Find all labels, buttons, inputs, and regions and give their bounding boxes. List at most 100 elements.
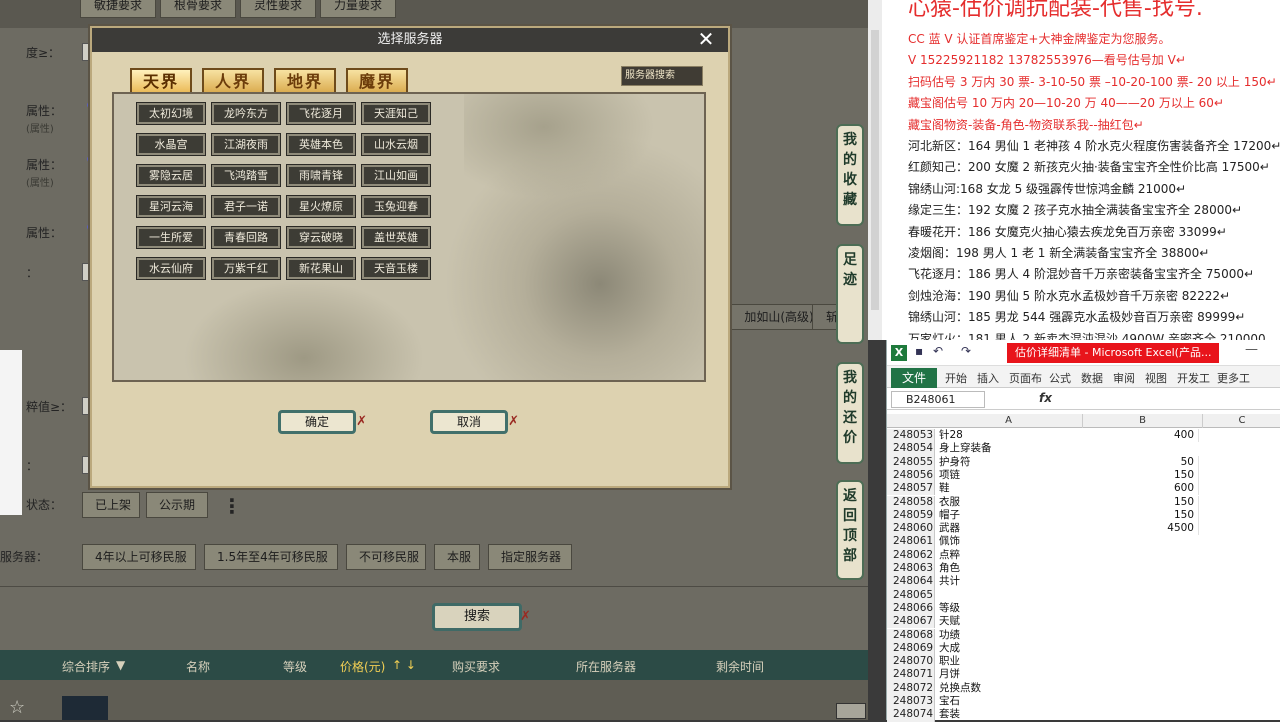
sheet-row[interactable]: 248059 帽子 150 [887,508,1280,523]
cell-a[interactable]: 套装 [939,708,1079,721]
no-migrate-button[interactable]: 不可移民服 [346,544,426,570]
cell-b[interactable]: 150 [1083,508,1199,522]
cell-a[interactable]: 大成 [939,642,1079,655]
row-number[interactable]: 248062 [887,548,935,562]
listed-button[interactable]: 已上架 [82,492,140,518]
cell-a[interactable]: 共计 [939,575,1079,588]
migrate-4y-button[interactable]: 4年以上可移民服 [82,544,196,570]
cell-a[interactable]: 身上穿装备 [939,442,1079,455]
cell-a[interactable]: 衣服 [939,496,1079,509]
cell-a[interactable]: 宝石 [939,695,1079,708]
sheet-row[interactable]: 248070 职业 [887,655,1280,669]
server-search-input[interactable]: 服务器搜索 [621,66,703,86]
sheet-row[interactable]: 248072 兑换点数 [887,681,1280,695]
col-sort-overall[interactable]: 综合排序 [62,658,110,675]
star-icon[interactable]: ☆ [9,697,25,718]
my-counteroffer-tab[interactable]: 我的还价 [836,362,864,464]
cell-a[interactable]: 天赋 [939,615,1079,628]
cell-a[interactable]: 护身符 [939,456,1079,469]
sheet-row[interactable]: 248064 共计 [887,575,1280,589]
tab-review[interactable]: 审阅 [1113,370,1135,386]
cell-a[interactable]: 兑换点数 [939,682,1079,695]
cell-b[interactable]: 600 [1083,482,1199,496]
cell-a[interactable]: 角色 [939,562,1079,575]
tab-insert[interactable]: 插入 [977,370,999,386]
sheet-row[interactable]: 248057 鞋 600 [887,482,1280,496]
tab-more-tools[interactable]: 更多工 [1217,370,1250,386]
cell-a[interactable]: 武器 [939,522,1079,535]
row-number[interactable]: 248069 [887,641,935,656]
cell-a[interactable]: 功绩 [939,629,1079,642]
tab-earth-realm[interactable]: 地界 [274,68,336,94]
row-number[interactable]: 248067 [887,615,935,629]
name-box[interactable]: B248061 [891,391,985,408]
spirit-filter-button[interactable]: 灵性要求 [240,0,316,18]
sheet-row[interactable]: 248073 宝石 [887,695,1280,709]
server-button[interactable]: 山水云烟 [362,134,430,155]
server-button[interactable]: 君子一诺 [212,196,280,217]
tab-human-realm[interactable]: 人界 [202,68,264,94]
constitution-filter-button[interactable]: 根骨要求 [160,0,236,18]
row-number[interactable]: 248060 [887,522,935,536]
file-tab[interactable]: 文件 [891,368,937,388]
sheet-row[interactable]: 248067 天赋 [887,615,1280,629]
tab-heaven-realm[interactable]: 天界 [130,68,192,94]
close-icon[interactable]: ✕ [692,28,720,52]
sheet-row[interactable]: 248055 护身符 50 [887,455,1280,469]
sheet-row[interactable]: 248065 [887,588,1280,602]
server-button[interactable]: 英雄本色 [287,134,355,155]
tab-demon-realm[interactable]: 魔界 [346,68,408,94]
row-number[interactable]: 248073 [887,695,935,709]
cell-b[interactable]: 50 [1083,455,1199,469]
row-number[interactable]: 248061 [887,535,935,549]
tab-home[interactable]: 开始 [945,370,967,386]
server-button[interactable]: 万紫千红 [212,258,280,279]
server-button[interactable]: 玉兔迎春 [362,196,430,217]
server-button[interactable]: 水云仙府 [137,258,205,279]
row-number[interactable]: 248064 [887,575,935,589]
row-number[interactable]: 248065 [887,588,935,602]
row-number[interactable]: 248063 [887,562,935,576]
back-to-top-tab[interactable]: 返回顶部 [836,480,864,580]
server-button[interactable]: 飞鸿踏雪 [212,165,280,186]
server-button[interactable]: 青春回路 [212,227,280,248]
this-server-button[interactable]: 本服 [434,544,480,570]
row-number[interactable]: 248056 [887,468,935,483]
tab-data[interactable]: 数据 [1081,370,1103,386]
row-number[interactable]: 248070 [887,655,935,669]
sheet-row[interactable]: 248058 衣服 150 [887,495,1280,509]
public-period-button[interactable]: 公示期 [146,492,208,518]
server-button[interactable]: 龙吟东方 [212,103,280,124]
sheet-row[interactable]: 248068 功绩 [887,628,1280,642]
row-number[interactable]: 248071 [887,668,935,682]
sheet-row[interactable]: 248056 项链 150 [887,468,1280,483]
column-header-b[interactable]: B [1083,414,1203,428]
tab-developer[interactable]: 开发工 [1177,370,1210,386]
server-button[interactable]: 新花果山 [287,258,355,279]
sheet-row[interactable]: 248061 佩饰 [887,535,1280,549]
cell-a[interactable]: 点粹 [939,549,1079,562]
cell-b[interactable]: 4500 [1083,522,1199,536]
sheet-row[interactable]: 248062 点粹 [887,548,1280,562]
cell-a[interactable]: 佩饰 [939,535,1079,548]
scroll-handle[interactable] [836,703,866,719]
ad-scroll-thumb[interactable] [871,30,879,310]
server-button[interactable]: 雨啸青锋 [287,165,355,186]
tab-view[interactable]: 视图 [1145,370,1167,386]
server-button[interactable]: 飞花逐月 [287,103,355,124]
row-number[interactable]: 248072 [887,681,935,695]
row-number[interactable]: 248059 [887,508,935,523]
tab-formulas[interactable]: 公式 [1049,370,1071,386]
server-button[interactable]: 星火燎原 [287,196,355,217]
column-header-a[interactable]: A [935,414,1083,428]
cell-b[interactable]: 400 [1083,429,1199,442]
fx-icon[interactable]: fx [1039,391,1052,405]
sheet-row[interactable]: 248071 月饼 [887,668,1280,682]
row-number[interactable]: 248068 [887,628,935,642]
server-button[interactable]: 穿云破晓 [287,227,355,248]
search-button[interactable]: 搜索 [432,603,522,631]
column-header-c[interactable]: C [1203,414,1280,428]
confirm-button[interactable]: 确定 ✗ [278,410,367,434]
col-price[interactable]: 价格(元) [340,658,385,675]
sort-arrows-icon[interactable]: ↑ ↓ [392,658,416,672]
